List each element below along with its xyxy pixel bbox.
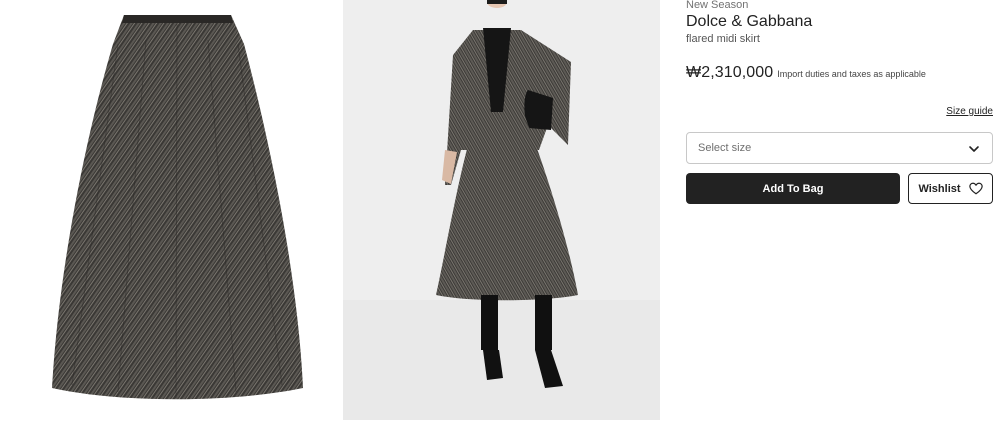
product-image-gallery [0,0,672,425]
add-to-bag-label: Add To Bag [762,182,824,195]
product-description: flared midi skirt [686,33,760,45]
chevron-down-icon [969,146,979,152]
season-tag: New Season [686,0,749,11]
wishlist-button[interactable]: Wishlist [908,173,993,204]
size-select[interactable]: Select size [686,132,993,164]
add-to-bag-button[interactable]: Add To Bag [686,173,900,204]
product-price: ₩2,310,000 [686,64,774,81]
model-illustration [343,0,660,420]
skirt-illustration [52,15,303,400]
heart-icon [968,182,983,195]
brand-name[interactable]: Dolce & Gabbana [686,13,812,31]
product-details-panel: New Season Dolce & Gabbana flared midi s… [686,0,993,425]
size-select-placeholder: Select size [698,142,752,154]
skirt-product-photo[interactable] [0,0,335,420]
price-row: ₩2,310,000 Import duties and taxes as ap… [686,64,926,82]
model-product-photo[interactable] [343,0,660,420]
size-guide-link[interactable]: Size guide [946,106,993,117]
wishlist-label: Wishlist [918,182,961,195]
tax-note: Import duties and taxes as applicable [777,69,926,79]
